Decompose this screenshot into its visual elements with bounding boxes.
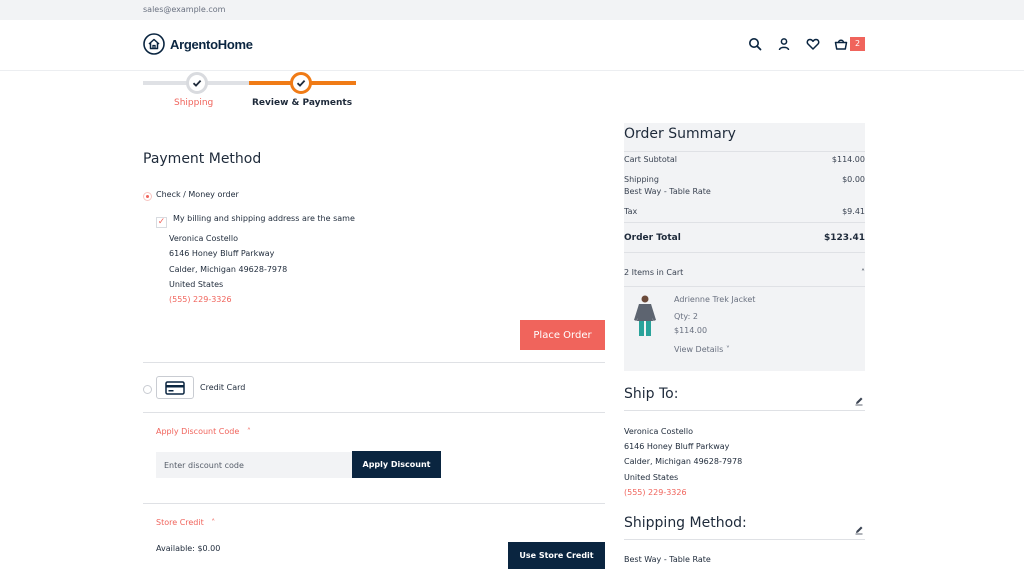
order-total-label: Order Total	[624, 233, 681, 243]
view-details-toggle[interactable]: View Details ˅	[674, 345, 730, 354]
check-icon	[296, 79, 306, 87]
order-summary: Order Summary Cart Subtotal $114.00 Ship…	[624, 123, 865, 371]
divider	[624, 151, 865, 152]
ship-to-country: United States	[624, 473, 679, 482]
home-logo-icon	[143, 33, 165, 55]
edit-pencil-icon[interactable]	[854, 396, 864, 406]
divider	[624, 286, 865, 287]
item-name: Adrienne Trek Jacket	[674, 295, 756, 304]
logo-text: ArgentoHome	[170, 36, 253, 52]
place-order-button[interactable]: Place Order	[520, 320, 605, 350]
divider	[624, 539, 865, 540]
chevron-down-icon: ˅	[725, 345, 730, 354]
shipping-label: Shipping	[624, 175, 659, 184]
ship-to-street: 6146 Honey Bluff Parkway	[624, 442, 730, 451]
items-in-cart-label: 2 Items in Cart	[624, 268, 684, 277]
wishlist-heart-icon[interactable]	[806, 37, 820, 51]
check-money-radio[interactable]	[143, 192, 152, 201]
step-shipping-marker[interactable]	[186, 72, 208, 94]
item-price: $114.00	[674, 326, 708, 335]
step-shipping-label[interactable]: Shipping	[174, 98, 213, 108]
ship-to-city: Calder, Michigan 49628-7978	[624, 457, 743, 466]
shipping-method-value: Best Way - Table Rate	[624, 555, 711, 564]
ship-to-name: Veronica Costello	[624, 427, 693, 436]
credit-card-icon	[165, 380, 185, 395]
divider	[143, 412, 605, 413]
billing-country: United States	[169, 280, 224, 289]
item-qty: Qty: 2	[674, 312, 698, 321]
divider	[143, 362, 605, 363]
store-credit-label: Store Credit	[156, 518, 204, 527]
step-review-marker	[290, 72, 312, 94]
billing-phone[interactable]: (555) 229-3326	[169, 295, 232, 304]
product-thumbnail[interactable]	[630, 294, 660, 338]
credit-card-radio[interactable]	[143, 385, 152, 394]
divider	[624, 410, 865, 411]
tax-label: Tax	[624, 207, 638, 216]
use-store-credit-button[interactable]: Use Store Credit	[508, 542, 605, 569]
logo[interactable]: ArgentoHome	[143, 33, 253, 55]
subtotal-label: Cart Subtotal	[624, 155, 677, 164]
billing-name: Veronica Costello	[169, 234, 238, 243]
same-address-checkbox[interactable]: ✓	[156, 217, 167, 228]
step-review-label: Review & Payments	[252, 98, 353, 108]
tax-value: $9.41	[842, 207, 865, 216]
discount-code-input[interactable]	[156, 452, 352, 478]
store-credit-available: Available: $0.00	[156, 544, 221, 553]
check-icon	[192, 79, 202, 87]
billing-city: Calder, Michigan 49628-7978	[169, 265, 288, 274]
payment-method-title: Payment Method	[143, 151, 262, 167]
apply-discount-label: Apply Discount Code	[156, 427, 240, 436]
top-bar: sales@example.com	[0, 0, 1024, 20]
edit-pencil-icon[interactable]	[854, 525, 864, 535]
apply-discount-toggle[interactable]: Apply Discount Code ˄	[156, 427, 251, 436]
subtotal-value: $114.00	[831, 155, 865, 164]
order-summary-title: Order Summary	[624, 126, 736, 142]
billing-street: 6146 Honey Bluff Parkway	[169, 249, 275, 258]
view-details-label: View Details	[674, 345, 724, 354]
credit-card-icon-box[interactable]	[156, 376, 194, 399]
contact-email[interactable]: sales@example.com	[143, 5, 225, 14]
divider	[143, 503, 605, 504]
store-credit-toggle[interactable]: Store Credit ˄	[156, 518, 215, 527]
apply-discount-button[interactable]: Apply Discount	[352, 451, 441, 478]
ship-to-phone[interactable]: (555) 229-3326	[624, 488, 687, 497]
chevron-up-icon: ˄	[246, 427, 251, 436]
shipping-method-sub: Best Way - Table Rate	[624, 187, 711, 196]
chevron-up-icon: ˄	[861, 268, 865, 277]
account-icon[interactable]	[777, 37, 791, 51]
cart-count-badge: 2	[850, 37, 865, 51]
cart-icon[interactable]	[834, 37, 848, 51]
search-icon[interactable]	[748, 37, 762, 51]
chevron-up-icon: ˄	[211, 518, 216, 527]
credit-card-label[interactable]: Credit Card	[200, 383, 245, 392]
same-address-label[interactable]: My billing and shipping address are the …	[173, 214, 355, 223]
site-header: ArgentoHome 2	[0, 20, 1024, 71]
order-total-value: $123.41	[824, 233, 865, 243]
shipping-value: $0.00	[842, 175, 865, 184]
shipping-method-title: Shipping Method:	[624, 515, 747, 531]
check-money-label[interactable]: Check / Money order	[156, 190, 239, 199]
divider	[624, 252, 865, 253]
checkout-progress: Shipping Review & Payments	[143, 71, 357, 111]
divider	[624, 222, 865, 223]
ship-to-title: Ship To:	[624, 386, 679, 402]
